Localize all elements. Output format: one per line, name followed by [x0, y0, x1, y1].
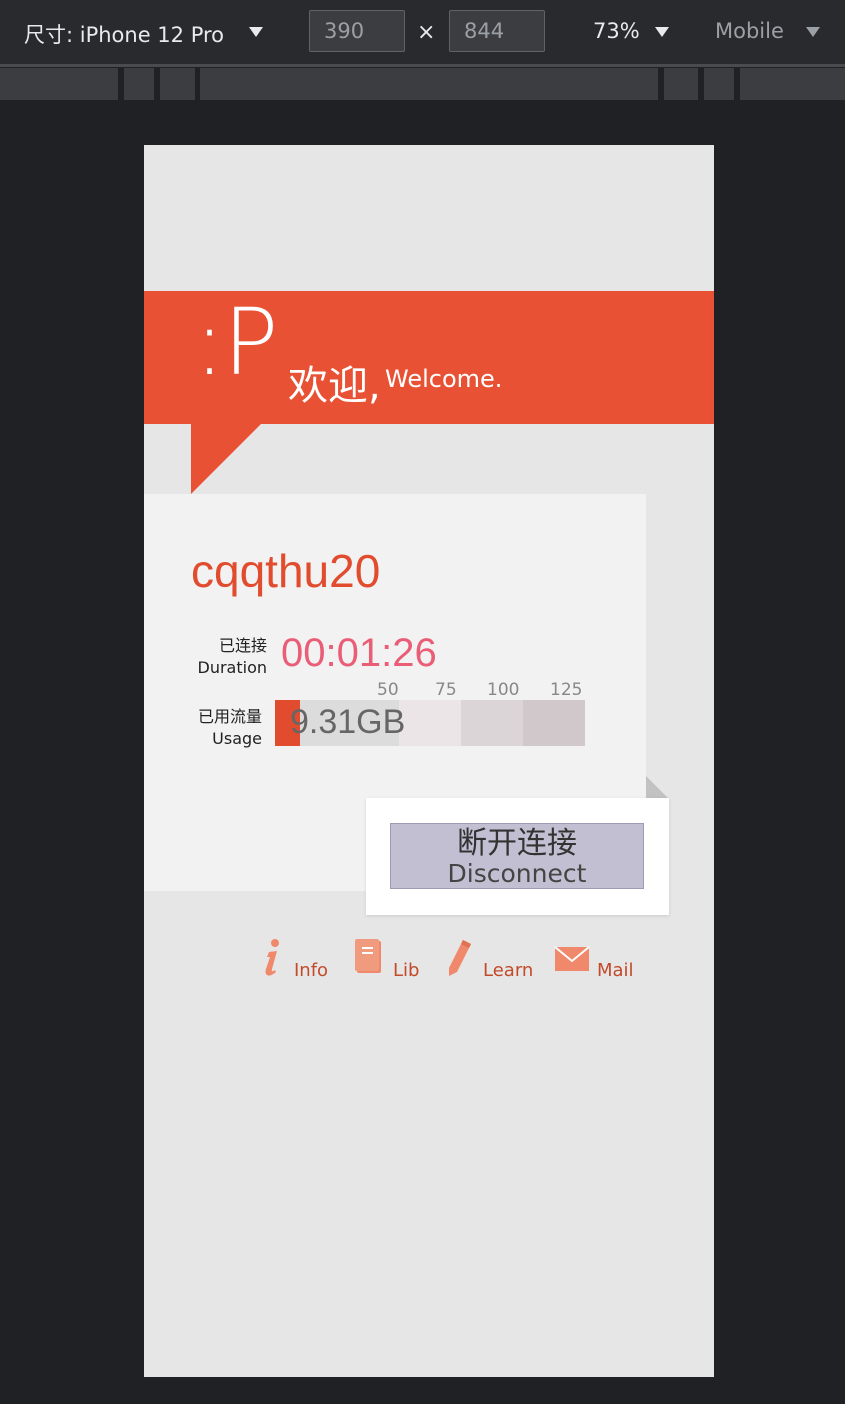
book-icon — [355, 939, 381, 973]
card-fold — [646, 776, 668, 798]
ruler-segment[interactable] — [664, 68, 698, 100]
usage-label: 已用流量 Usage — [174, 706, 262, 750]
welcome-en: Welcome. — [385, 365, 503, 393]
usage-label-en: Usage — [212, 729, 262, 748]
banner-flag — [191, 424, 261, 494]
disconnect-label-cn: 断开连接 — [457, 826, 577, 861]
height-input[interactable]: 844 — [449, 10, 545, 52]
usage-label-cn: 已用流量 — [197, 707, 262, 726]
nav-label-mail: Mail — [597, 960, 634, 981]
disconnect-panel: 断开连接 Disconnect — [366, 798, 669, 915]
width-input[interactable]: 390 — [309, 10, 405, 52]
duration-value: 00:01:26 — [281, 631, 437, 675]
welcome-banner: :P 欢迎, Welcome. — [144, 291, 714, 424]
ruler-segment[interactable] — [160, 68, 195, 100]
ruler-segment[interactable] — [740, 68, 845, 100]
duration-label-en: Duration — [197, 658, 268, 677]
disconnect-button[interactable]: 断开连接 Disconnect — [390, 823, 644, 889]
usage-tick: 100 — [487, 680, 520, 700]
usage-bar-segment — [523, 700, 585, 746]
info-icon — [265, 939, 279, 976]
mode-dropdown-icon[interactable] — [806, 27, 820, 37]
pencil-icon — [449, 940, 471, 976]
usage-bar-segment — [399, 700, 461, 746]
username: cqqthu20 — [191, 545, 381, 597]
duration-label-cn: 已连接 — [218, 636, 267, 655]
media-query-ruler[interactable] — [0, 68, 845, 100]
usage-tick: 125 — [550, 680, 583, 700]
usage-bar: 9.31GB — [275, 700, 585, 746]
nav-info[interactable]: Info — [259, 938, 334, 988]
usage-tick: 75 — [435, 680, 457, 700]
device-viewport: :P 欢迎, Welcome. cqqthu20 已连接 Duration 00… — [144, 145, 714, 1377]
ruler-segment[interactable] — [124, 68, 154, 100]
ruler-segment[interactable] — [704, 68, 734, 100]
toolbar-divider — [0, 64, 845, 67]
duration-label: 已连接 Duration — [182, 635, 268, 679]
mail-icon — [554, 946, 590, 971]
dimension-separator: × — [417, 20, 436, 45]
nav-mail[interactable]: Mail — [554, 938, 639, 988]
usage-tick: 50 — [377, 680, 399, 700]
nav-learn[interactable]: Learn — [446, 938, 541, 988]
device-dropdown-icon[interactable] — [249, 27, 263, 37]
zoom-dropdown-icon[interactable] — [655, 27, 669, 37]
logo: :P — [194, 289, 278, 396]
ruler-segment[interactable] — [0, 68, 118, 100]
zoom-select[interactable]: 73% — [593, 19, 640, 43]
usage-value: 9.31GB — [290, 703, 406, 741]
device-select[interactable]: 尺寸: iPhone 12 Pro — [24, 19, 224, 49]
ruler-segment[interactable] — [200, 68, 658, 100]
welcome-cn: 欢迎, — [288, 363, 381, 409]
nav-label-info: Info — [294, 960, 329, 981]
nav-label-lib: Lib — [393, 960, 420, 981]
devtools-toolbar: 尺寸: iPhone 12 Pro 390 × 844 73% Mobile — [0, 0, 845, 64]
mode-select[interactable]: Mobile — [715, 19, 784, 43]
disconnect-label-en: Disconnect — [447, 859, 587, 888]
nav-label-learn: Learn — [483, 960, 534, 981]
usage-bar-segment — [461, 700, 523, 746]
nav-lib[interactable]: Lib — [354, 938, 424, 988]
